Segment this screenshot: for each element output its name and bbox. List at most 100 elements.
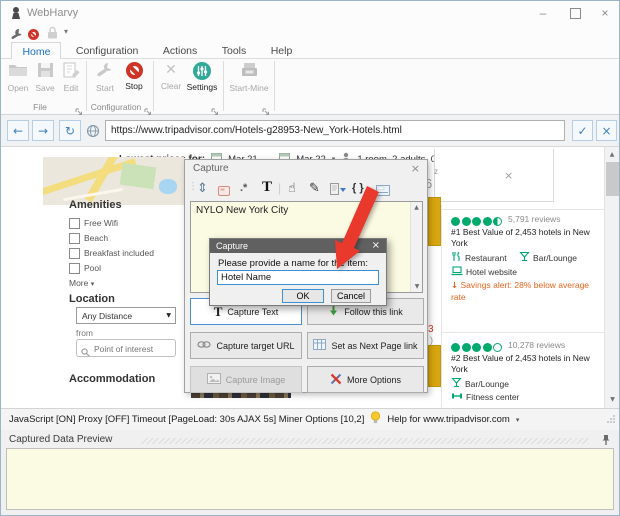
- preview-content-area[interactable]: [6, 448, 614, 510]
- capture-name-dialog: Capture × Please provide a name for the …: [209, 238, 387, 306]
- scrollbar-thumb[interactable]: [606, 162, 619, 196]
- distance-select[interactable]: Any Distance ▼: [76, 307, 176, 324]
- checkbox-beach[interactable]: [69, 233, 80, 244]
- goto-url-icon[interactable]: [86, 124, 100, 143]
- hotel-website-link[interactable]: Hotel website: [451, 266, 517, 278]
- start-mine-icon: [239, 62, 259, 81]
- best-value-text: #2 Best Value of 2,453 hotels in New Yor…: [451, 353, 601, 374]
- browser-viewport: Lowest prices for: Mar 21 — Mar 22 ▾ 1 r…: [1, 147, 619, 408]
- html-form-icon[interactable]: [376, 182, 390, 198]
- forward-button[interactable]: →: [32, 120, 54, 141]
- tab-configuration[interactable]: Configuration: [66, 42, 148, 59]
- checkbox-free-wifi[interactable]: [69, 218, 80, 229]
- help-caret-icon[interactable]: ▾: [516, 416, 520, 424]
- tab-actions[interactable]: Actions: [153, 42, 207, 59]
- tab-help[interactable]: Help: [261, 42, 303, 59]
- review-count[interactable]: 5,791 reviews: [508, 214, 560, 224]
- poi-search-box[interactable]: [76, 339, 176, 357]
- status-bar: JavaScript [ON] Proxy [OFF] Timeout [Pag…: [1, 408, 619, 430]
- ribbon: Open Save Edit File Start Stop Configura…: [1, 59, 619, 115]
- partial-text: z: [434, 167, 438, 176]
- hotel-feature: Fitness center: [451, 391, 519, 403]
- cancel-button[interactable]: Cancel: [331, 289, 371, 303]
- edit-pencil-icon[interactable]: ✎: [309, 180, 320, 196]
- braces-icon[interactable]: { }: [352, 180, 364, 196]
- go-check-button[interactable]: ✓: [572, 120, 593, 141]
- stop-icon: [126, 62, 143, 79]
- from-label: from: [76, 328, 93, 338]
- deal-badge: [428, 197, 441, 246]
- resize-grip-icon[interactable]: [606, 411, 616, 429]
- edit-document-icon: [62, 62, 81, 81]
- stop-load-button[interactable]: ×: [596, 120, 617, 141]
- item-name-input[interactable]: [217, 270, 379, 285]
- format-dropdown-icon[interactable]: [330, 181, 346, 197]
- page-banner: [434, 149, 554, 202]
- hotel-feature: Restaurant: [451, 251, 507, 264]
- start-button[interactable]: Start: [91, 62, 119, 100]
- page-scrollbar[interactable]: ▲ ▼: [604, 147, 619, 408]
- settings-button[interactable]: Settings: [186, 62, 218, 100]
- quick-stop-icon[interactable]: [28, 29, 39, 40]
- checkbox-pool[interactable]: [69, 263, 80, 274]
- start-mine-button[interactable]: Start-Mine: [229, 62, 269, 100]
- save-button[interactable]: Save: [32, 62, 58, 100]
- open-folder-icon: [8, 62, 28, 81]
- preview-panel-title: Captured Data Preview: [9, 434, 112, 445]
- partial-text: 3: [428, 324, 434, 335]
- scroll-up-icon[interactable]: ▲: [605, 147, 619, 161]
- clear-button[interactable]: ✕ Clear: [157, 62, 185, 100]
- textarea-scrollbar[interactable]: ▲ ▼: [410, 202, 422, 292]
- restaurant-icon: [451, 251, 462, 264]
- pointer-hand-icon[interactable]: ☝: [288, 180, 296, 196]
- capture-target-url-button[interactable]: Capture target URL: [190, 332, 302, 359]
- quick-access-toolbar: ▾: [1, 25, 619, 41]
- accommodation-title: Accommodation: [69, 373, 155, 385]
- url-input[interactable]: [105, 120, 565, 141]
- set-next-page-button[interactable]: Set as Next Page link: [307, 332, 424, 359]
- scroll-down-icon[interactable]: ▼: [605, 396, 619, 403]
- search-icon: [81, 344, 90, 362]
- back-button[interactable]: ←: [7, 120, 29, 141]
- bar-lounge-icon: [519, 251, 530, 264]
- scroll-down-icon[interactable]: ▼: [411, 283, 423, 290]
- amenity-label: Pool: [84, 263, 101, 273]
- edit-button[interactable]: Edit: [58, 62, 84, 100]
- checkbox-breakfast[interactable]: [69, 248, 80, 259]
- maximize-button[interactable]: [561, 2, 589, 24]
- banner-close-icon[interactable]: ×: [504, 169, 513, 182]
- file-group-label: File: [3, 102, 77, 112]
- refresh-button[interactable]: ↻: [59, 120, 81, 141]
- review-count[interactable]: 10,278 reviews: [508, 340, 565, 350]
- open-button[interactable]: Open: [5, 62, 31, 100]
- close-button[interactable]: ×: [591, 2, 619, 24]
- selected-text: NYLO New York City: [196, 205, 288, 216]
- expand-selection-icon[interactable]: ⇕: [197, 180, 208, 196]
- minimize-button[interactable]: –: [529, 2, 557, 24]
- panel-hatch-texture: [141, 438, 589, 444]
- link-chain-icon: [197, 340, 211, 351]
- tab-tools[interactable]: Tools: [212, 42, 257, 59]
- help-link[interactable]: Help for www.tripadvisor.com: [387, 414, 509, 425]
- start-wrench-icon: [96, 62, 114, 81]
- map-image[interactable]: [43, 157, 184, 205]
- deal-badge: [428, 345, 441, 387]
- more-link[interactable]: More ▾: [69, 278, 94, 288]
- toolbar-overflow-icon[interactable]: ▾: [64, 27, 68, 36]
- element-chip-icon[interactable]: [218, 183, 230, 199]
- card-divider: [441, 332, 605, 333]
- capture-text-icon[interactable]: T: [262, 179, 272, 195]
- best-value-text: #1 Best Value of 2,453 hotels in New Yor…: [451, 227, 601, 248]
- name-dialog-title: Capture: [216, 241, 248, 251]
- scroll-up-icon[interactable]: ▲: [411, 202, 422, 211]
- regex-icon[interactable]: .*: [240, 180, 247, 196]
- capture-image-button[interactable]: Capture Image: [190, 366, 302, 393]
- ok-button[interactable]: OK: [282, 289, 324, 303]
- captured-data-preview-panel: Captured Data Preview: [1, 430, 619, 514]
- capture-dialog-title: Capture: [193, 163, 229, 174]
- capture-dialog-close-icon[interactable]: ×: [411, 162, 420, 175]
- stop-button[interactable]: Stop: [120, 62, 148, 100]
- name-dialog-close-icon[interactable]: ×: [372, 240, 380, 251]
- more-options-button[interactable]: More Options: [307, 366, 424, 393]
- poi-input[interactable]: [92, 341, 176, 356]
